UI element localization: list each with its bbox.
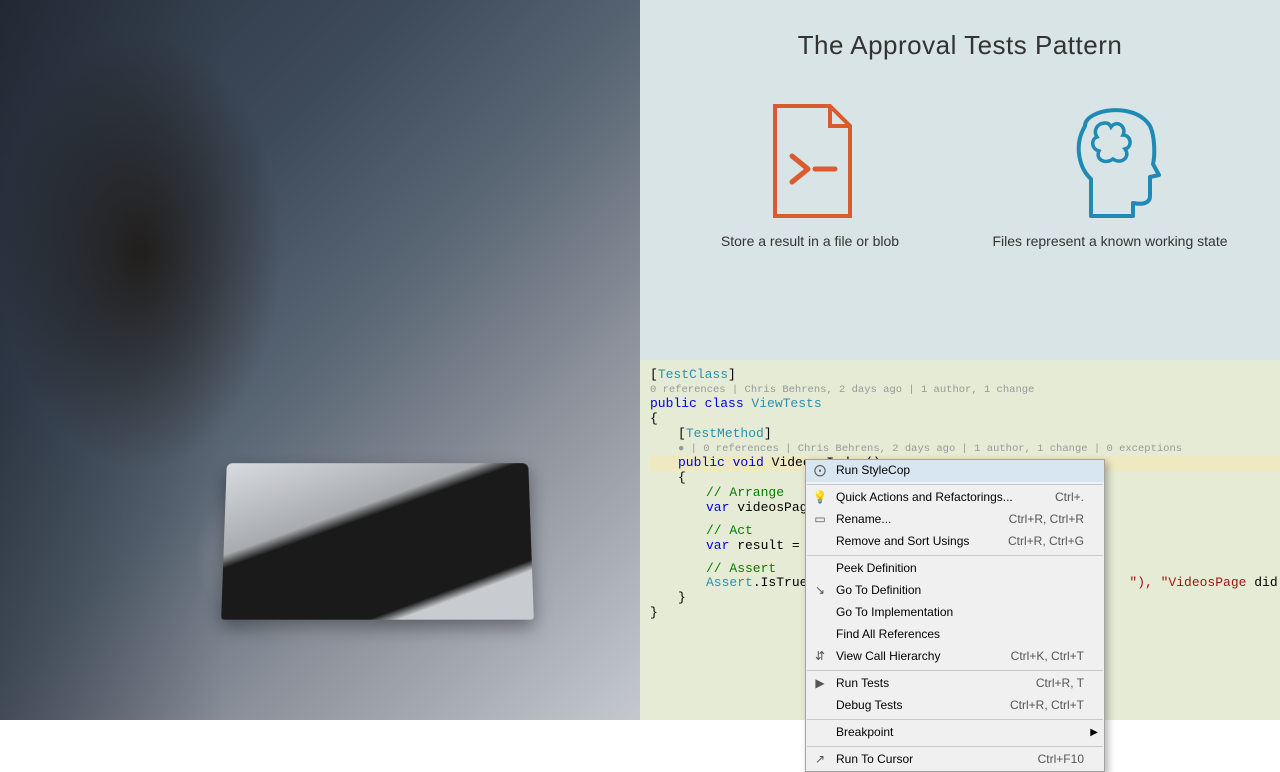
menu-item-label: Run StyleCop [836, 464, 910, 478]
right-column: The Approval Tests Pattern Store a resul… [640, 0, 1280, 720]
menu-item-shortcut: Ctrl+R, Ctrl+T [1010, 699, 1084, 713]
menu-separator [807, 555, 1103, 556]
menu-item-label: Rename... [836, 513, 891, 527]
menu-item-shortcut: Ctrl+K, Ctrl+T [1011, 650, 1084, 664]
menu-item-remove-and-sort-usings[interactable]: Remove and Sort Usings Ctrl+R, Ctrl+G [806, 531, 1104, 553]
concept-label: Store a result in a file or blob [670, 232, 950, 252]
menu-item-icon: ↘ [812, 584, 828, 598]
menu-item-label: Remove and Sort Usings [836, 535, 969, 549]
codelens-method[interactable]: ● | 0 references | Chris Behrens, 2 days… [650, 443, 1280, 455]
menu-item-label: Peek Definition [836, 562, 917, 576]
menu-item-icon: ↗ [812, 753, 828, 767]
menu-item-debug-tests[interactable]: Debug Tests Ctrl+R, Ctrl+T [806, 695, 1104, 717]
menu-item-icon: ▭ [812, 513, 828, 527]
menu-separator [807, 484, 1103, 485]
brace: { [650, 412, 1280, 427]
menu-item-label: Debug Tests [836, 699, 903, 713]
menu-item-icon: 💡 [812, 491, 828, 505]
menu-item-shortcut: Ctrl+F10 [1038, 753, 1084, 767]
menu-item-go-to-definition[interactable]: ↘ Go To Definition [806, 580, 1104, 602]
menu-item-label: Run Tests [836, 677, 889, 691]
menu-item-run-stylecop[interactable]: ⨀ Run StyleCop [806, 460, 1104, 482]
menu-item-icon: ⨀ [812, 464, 828, 478]
menu-item-view-call-hierarchy[interactable]: ⇵ View Call Hierarchy Ctrl+K, Ctrl+T [806, 646, 1104, 668]
menu-item-go-to-implementation[interactable]: Go To Implementation [806, 602, 1104, 624]
menu-item-shortcut: Ctrl+R, T [1036, 677, 1084, 691]
menu-item-shortcut: Ctrl+R, Ctrl+R [1009, 513, 1084, 527]
menu-item-rename[interactable]: ▭ Rename... Ctrl+R, Ctrl+R [806, 509, 1104, 531]
slide-concepts: Store a result in a file or blob Files r… [640, 96, 1280, 252]
concept-store-result: Store a result in a file or blob [670, 96, 950, 252]
concept-label: Files represent a known working state [970, 232, 1250, 252]
menu-item-icon: ⇵ [812, 650, 828, 664]
submenu-arrow-icon: ▶ [1090, 727, 1098, 739]
file-terminal-icon [670, 96, 950, 226]
menu-item-label: Breakpoint [836, 726, 893, 740]
menu-item-label: Go To Definition [836, 584, 921, 598]
menu-item-label: Find All References [836, 628, 940, 642]
head-brain-icon [970, 96, 1250, 226]
menu-item-label: Quick Actions and Refactorings... [836, 491, 1013, 505]
menu-item-peek-definition[interactable]: Peek Definition [806, 558, 1104, 580]
menu-item-label: Go To Implementation [836, 606, 953, 620]
menu-item-find-all-references[interactable]: Find All References [806, 624, 1104, 646]
attribute-testmethod: [TestMethod] [650, 427, 1280, 442]
concept-known-state: Files represent a known working state [970, 96, 1250, 252]
attribute-testclass: [TestClass] [650, 368, 1280, 383]
menu-separator [807, 746, 1103, 747]
codelens-class[interactable]: 0 references | Chris Behrens, 2 days ago… [650, 384, 1280, 396]
slide-title: The Approval Tests Pattern [640, 0, 1280, 61]
menu-item-run-to-cursor[interactable]: ↗ Run To Cursor Ctrl+F10 [806, 749, 1104, 771]
promo-photo-developer-laptop [0, 0, 640, 720]
menu-item-icon: ▶ [812, 677, 828, 691]
menu-item-label: View Call Hierarchy [836, 650, 940, 664]
slide-approval-tests: The Approval Tests Pattern Store a resul… [640, 0, 1280, 360]
menu-item-quick-actions-and-refactorings[interactable]: 💡 Quick Actions and Refactorings... Ctrl+. [806, 487, 1104, 509]
menu-item-label: Run To Cursor [836, 753, 913, 767]
menu-item-run-tests[interactable]: ▶ Run Tests Ctrl+R, T [806, 673, 1104, 695]
menu-item-shortcut: Ctrl+R, Ctrl+G [1008, 535, 1084, 549]
code-editor[interactable]: [TestClass] 0 references | Chris Behrens… [640, 360, 1280, 720]
menu-item-shortcut: Ctrl+. [1055, 491, 1084, 505]
menu-separator [807, 670, 1103, 671]
class-declaration: public class ViewTests [650, 397, 1280, 412]
menu-item-breakpoint[interactable]: Breakpoint ▶ [806, 722, 1104, 744]
context-menu: ⨀ Run StyleCop 💡 Quick Actions and Refactor… [805, 459, 1105, 772]
